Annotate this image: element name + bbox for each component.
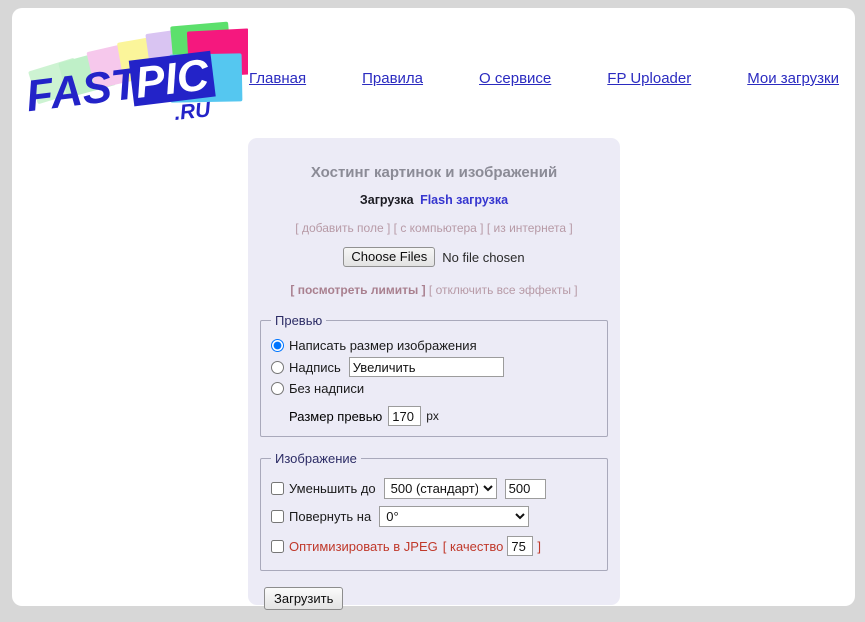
preview-size-input[interactable] <box>388 406 422 426</box>
upload-mode-row: Загрузка Flash загрузка <box>260 193 608 207</box>
image-option-resize[interactable]: Уменьшить до 500 (стандарт) <box>271 478 597 499</box>
radio-caption[interactable] <box>271 360 284 374</box>
image-fieldset: Изображение Уменьшить до 500 (стандарт) … <box>260 451 608 571</box>
image-legend: Изображение <box>275 451 357 466</box>
jpeg-quality-close-bracket: ] <box>537 538 541 554</box>
disable-effects-link[interactable]: [ отключить все эффекты ] <box>429 283 578 297</box>
choose-files-button[interactable]: Choose Files <box>343 247 436 267</box>
jpeg-quality-open-bracket: [ качество <box>442 538 504 554</box>
label-write-size[interactable]: Написать размер изображения <box>289 338 477 353</box>
nav-my-uploads[interactable]: Мои загрузки <box>747 70 839 87</box>
checkbox-resize[interactable] <box>271 482 284 495</box>
file-status-text: No file chosen <box>442 249 525 265</box>
nav-rules[interactable]: Правила <box>362 70 423 87</box>
preview-legend: Превью <box>275 313 323 328</box>
main-navigation: Главная Правила О сервисе FP Uploader Мо… <box>249 70 839 87</box>
nav-home[interactable]: Главная <box>249 70 306 87</box>
source-links-row: [ добавить поле ] [ с компьютера ] [ из … <box>260 221 608 235</box>
preview-option-write-size[interactable]: Написать размер изображения <box>271 338 597 353</box>
logo-graphic: FAST PIC .RU <box>23 21 248 124</box>
preview-option-caption[interactable]: Надпись <box>271 357 597 377</box>
radio-write-size[interactable] <box>271 339 284 352</box>
file-input[interactable]: Choose Files No file chosen <box>343 247 525 267</box>
image-option-jpeg[interactable]: Оптимизировать в JPEG [ качество ] <box>271 536 597 556</box>
label-resize[interactable]: Уменьшить до <box>289 481 376 496</box>
rotate-angle-select[interactable]: 0° <box>379 506 530 527</box>
caption-text-input[interactable] <box>348 357 504 377</box>
limits-row: [ посмотреть лимиты ] [ отключить все эф… <box>260 283 608 297</box>
label-caption[interactable]: Надпись <box>289 360 341 375</box>
file-input-row: Choose Files No file chosen <box>260 247 608 267</box>
from-computer-link[interactable]: [ с компьютера ] <box>394 221 484 235</box>
preview-size-label: Размер превью <box>289 408 383 424</box>
preview-size-row: Размер превью px <box>271 406 597 426</box>
logo-tld: .RU <box>173 98 212 124</box>
mode-flash-link[interactable]: Flash загрузка <box>420 193 508 207</box>
upload-button[interactable]: Загрузить <box>264 587 344 610</box>
add-field-link[interactable]: [ добавить поле ] <box>295 221 390 235</box>
site-logo[interactable]: FAST PIC .RU <box>20 16 248 124</box>
preview-size-unit: px <box>426 409 439 423</box>
checkbox-rotate[interactable] <box>271 510 284 523</box>
label-no-caption[interactable]: Без надписи <box>289 381 364 396</box>
mode-standard-label: Загрузка <box>359 193 414 207</box>
panel-title: Хостинг картинок и изображений <box>310 164 558 181</box>
radio-no-caption[interactable] <box>271 382 284 395</box>
view-limits-link[interactable]: [ посмотреть лимиты ] <box>290 283 425 297</box>
nav-uploader[interactable]: FP Uploader <box>607 70 691 87</box>
preview-option-no-caption[interactable]: Без надписи <box>271 381 597 396</box>
from-internet-link[interactable]: [ из интернета ] <box>487 221 573 235</box>
label-rotate[interactable]: Повернуть на <box>289 509 371 524</box>
page-content: FAST PIC .RU Главная Правила О сервисе F… <box>12 8 855 610</box>
checkbox-jpeg[interactable] <box>271 539 284 553</box>
resize-width-input[interactable] <box>504 478 546 499</box>
preview-fieldset: Превью Написать размер изображения Надпи… <box>260 313 608 437</box>
upload-panel: Хостинг картинок и изображений Загрузка … <box>248 138 620 610</box>
submit-row: Загрузить <box>260 587 608 610</box>
label-jpeg[interactable]: Оптимизировать в JPEG <box>289 539 438 554</box>
image-option-rotate[interactable]: Повернуть на 0° <box>271 506 597 527</box>
nav-about[interactable]: О сервисе <box>479 70 551 87</box>
jpeg-quality-input[interactable] <box>507 536 534 556</box>
resize-preset-select[interactable]: 500 (стандарт) <box>383 478 497 499</box>
